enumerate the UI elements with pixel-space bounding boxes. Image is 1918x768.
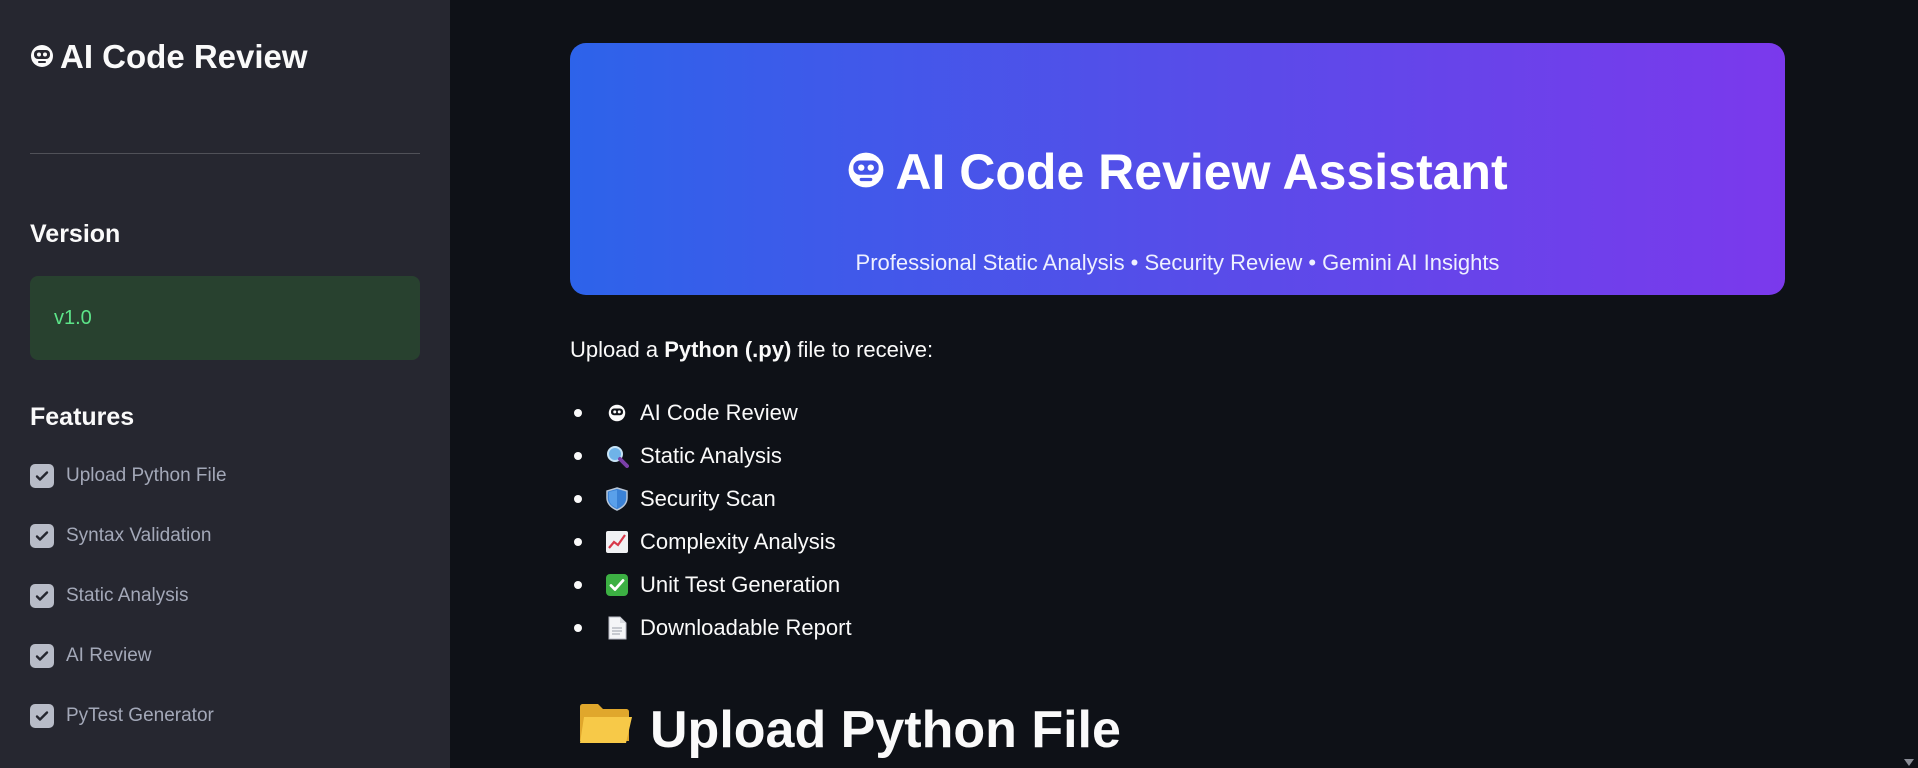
banner-title: AI Code Review Assistant xyxy=(570,143,1785,201)
bullet xyxy=(574,409,582,417)
feature-checkbox-syntax[interactable]: Syntax Validation xyxy=(30,524,211,548)
intro-bold: Python (.py) xyxy=(664,337,792,362)
bullet xyxy=(574,538,582,546)
version-heading: Version xyxy=(30,220,121,248)
feature-checkbox-upload[interactable]: Upload Python File xyxy=(30,464,227,488)
scroll-down-icon[interactable] xyxy=(1904,759,1914,766)
folder-icon xyxy=(578,700,634,760)
sidebar-title: AI Code Review xyxy=(30,38,308,76)
feature-checkbox-pytest[interactable]: PyTest Generator xyxy=(30,704,214,728)
main-content: AI Code Review Assistant Professional St… xyxy=(450,0,1918,768)
feature-label: Upload Python File xyxy=(66,465,227,486)
features-heading: Features xyxy=(30,403,135,431)
bullet xyxy=(574,452,582,460)
list-item-label: Complexity Analysis xyxy=(640,529,836,554)
sidebar: AI Code Review Version v1.0 Features Upl… xyxy=(0,0,450,768)
banner-subtitle: Professional Static Analysis • Security … xyxy=(855,250,1500,275)
robot-icon xyxy=(30,38,54,76)
list-item: Unit Test Generation xyxy=(574,572,840,598)
feature-label: PyTest Generator xyxy=(66,705,214,726)
list-item: Complexity Analysis xyxy=(574,529,836,555)
robot-icon xyxy=(847,143,885,201)
list-item-label: AI Code Review xyxy=(640,400,798,425)
section-heading-text: Upload Python File xyxy=(650,701,1121,759)
chart-icon xyxy=(604,529,630,555)
list-item-label: Downloadable Report xyxy=(640,615,852,640)
feature-checkbox-static[interactable]: Static Analysis xyxy=(30,584,189,608)
list-item-label: Static Analysis xyxy=(640,443,782,468)
sidebar-divider xyxy=(30,153,420,154)
feature-label: AI Review xyxy=(66,645,152,666)
document-icon xyxy=(604,615,630,641)
list-item: Static Analysis xyxy=(574,443,782,469)
magnifier-icon xyxy=(604,443,630,469)
bullet xyxy=(574,581,582,589)
list-item-label: Unit Test Generation xyxy=(640,572,841,597)
bullet xyxy=(574,624,582,632)
checkbox-checked-icon[interactable] xyxy=(30,644,54,668)
checkbox-checked-icon[interactable] xyxy=(30,464,54,488)
sidebar-title-text: AI Code Review xyxy=(60,38,308,75)
checkbox-checked-icon[interactable] xyxy=(30,704,54,728)
list-item-label: Security Scan xyxy=(640,486,776,511)
robot-icon xyxy=(604,400,630,426)
banner-title-text: AI Code Review Assistant xyxy=(895,144,1508,200)
feature-label: Syntax Validation xyxy=(66,525,212,546)
shield-icon xyxy=(604,486,630,512)
intro-prefix: Upload a xyxy=(570,337,665,362)
feature-checkbox-ai-review[interactable]: AI Review xyxy=(30,644,152,668)
checkbox-checked-icon[interactable] xyxy=(30,524,54,548)
version-badge: v1.0 xyxy=(30,276,420,360)
list-item: Downloadable Report xyxy=(574,615,852,641)
checkbox-checked-icon[interactable] xyxy=(30,584,54,608)
intro-suffix: file to receive: xyxy=(791,337,934,362)
section-heading: Upload Python File xyxy=(578,700,1121,760)
version-value: v1.0 xyxy=(54,306,92,329)
check-icon xyxy=(604,572,630,598)
intro-text: Upload a Python (.py) file to receive: xyxy=(570,337,933,363)
bullet xyxy=(574,495,582,503)
header-banner: AI Code Review Assistant Professional St… xyxy=(570,43,1785,295)
list-item: Security Scan xyxy=(574,486,776,512)
feature-label: Static Analysis xyxy=(66,585,189,606)
list-item: AI Code Review xyxy=(574,400,798,426)
